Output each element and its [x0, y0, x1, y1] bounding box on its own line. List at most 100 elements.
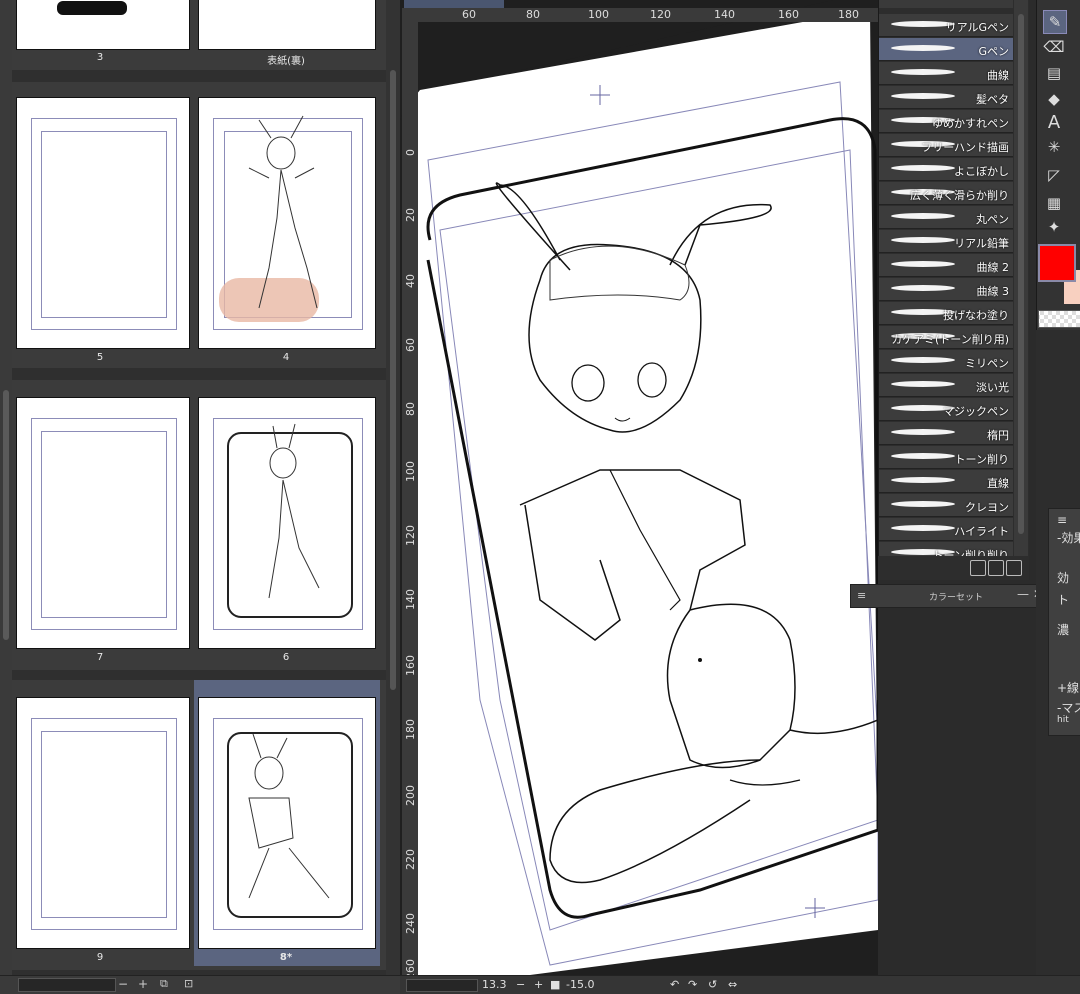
brush-item[interactable]: トーン削り [879, 446, 1013, 469]
brush-stroke-preview [891, 93, 955, 99]
brush-stroke-preview [891, 501, 955, 507]
brush-item[interactable]: 曲線 2 [879, 254, 1013, 277]
brush-item[interactable]: よこぼかし [879, 158, 1013, 181]
trash-icon[interactable] [1006, 560, 1022, 576]
brush-item[interactable]: 広く薄く滑らか削り [879, 182, 1013, 205]
spread-icon[interactable]: ⊡ [184, 977, 193, 990]
frame-icon[interactable]: ◸ [1043, 164, 1065, 186]
brush-stroke-preview [891, 165, 955, 171]
brush-item[interactable]: 淡い光 [879, 374, 1013, 397]
fill-icon[interactable]: ▤ [1043, 62, 1065, 84]
ruler-tick: 0 [404, 149, 417, 156]
zoom-value[interactable]: 13.3 [482, 978, 507, 991]
ruler-tick: 120 [404, 525, 417, 546]
brush-name: 曲線 2 [976, 261, 1010, 274]
transparent-color-swatch[interactable] [1038, 310, 1080, 328]
brush-name: 直線 [987, 477, 1009, 490]
document-tab[interactable] [404, 0, 504, 8]
rotation-value[interactable]: -15.0 [566, 978, 594, 991]
zoom-in-button[interactable]: + [534, 978, 543, 991]
brush-item[interactable]: 直線 [879, 470, 1013, 493]
line-item[interactable]: +線 [1057, 679, 1079, 696]
ruler-tick: 220 [404, 849, 417, 870]
page-thumbnail-3[interactable] [16, 0, 190, 50]
ruler-tick: 20 [404, 208, 417, 222]
sparkle-icon[interactable]: ✳ [1043, 136, 1065, 158]
zoom-slider[interactable] [406, 979, 478, 992]
brush-item[interactable]: ミリペン [879, 350, 1013, 373]
duplicate-icon[interactable] [988, 560, 1004, 576]
page-thumbnail-4[interactable] [198, 97, 376, 349]
layer-icon[interactable]: ▦ [1043, 192, 1065, 214]
sub-tool-header [879, 0, 1013, 8]
brush-item[interactable]: 楕円 [879, 422, 1013, 445]
ruler-tick: 180 [838, 8, 859, 21]
eraser-icon[interactable]: ⌫ [1043, 36, 1065, 58]
ruler-tick: 80 [404, 402, 417, 416]
page-layout-icon[interactable]: ⧉ [160, 977, 168, 991]
ruler-tick: 40 [404, 274, 417, 288]
page-thumbnail-8[interactable] [198, 697, 376, 949]
import-icon[interactable] [970, 560, 986, 576]
brush-name: クレヨン [965, 501, 1009, 514]
zoom-in-button[interactable]: + [138, 977, 148, 991]
brush-item[interactable]: 曲線 3 [879, 278, 1013, 301]
ruler-tick: 120 [650, 8, 671, 21]
color-set-titlebar[interactable]: ≡ カラーセット — ✕ [850, 584, 1048, 608]
bucket-icon[interactable]: ◆ [1043, 88, 1065, 110]
ruler-tick: 200 [404, 785, 417, 806]
brush-stroke-preview [891, 237, 955, 243]
page-thumbnail-5[interactable] [16, 97, 190, 349]
density-item[interactable]: 濃 [1057, 621, 1069, 638]
brush-name: Gペン [978, 45, 1009, 58]
page-thumbnail-back-cover[interactable] [198, 0, 376, 50]
canvas-artwork[interactable] [400, 0, 878, 993]
minimize-icon[interactable]: — [1017, 587, 1029, 601]
brush-item[interactable]: フリーハンド描画 [879, 134, 1013, 157]
brush-item[interactable]: マジックペン [879, 398, 1013, 421]
star-icon[interactable]: ✦ [1043, 216, 1065, 238]
brush-item[interactable]: ゆめかすれペン [879, 110, 1013, 133]
page-manager-panel: 3 表紙(裏) 5 4 7 6 9 8* − + ⧉ ⊡ [0, 0, 400, 994]
page-manager-left-scrollbar[interactable] [0, 0, 12, 975]
flip-icon[interactable]: ⇔ [728, 978, 737, 991]
tone-item[interactable]: ト [1057, 591, 1069, 608]
main-color-swatch[interactable] [1038, 244, 1076, 282]
brush-item[interactable]: 投げなわ塗り [879, 302, 1013, 325]
brush-item[interactable]: クレヨン [879, 494, 1013, 517]
rotate-left-icon[interactable]: ↶ [670, 978, 679, 991]
page-thumbnail-9[interactable] [16, 697, 190, 949]
mask-item[interactable]: -マス [1057, 699, 1080, 716]
effect-item[interactable]: 効 [1057, 569, 1069, 586]
brush-item[interactable]: 髪ベタ [879, 86, 1013, 109]
stop-icon[interactable]: ■ [550, 978, 560, 991]
canvas-area[interactable] [400, 0, 878, 993]
brush-name: 丸ペン [976, 213, 1009, 226]
thumbnail-size-slider[interactable] [18, 978, 116, 992]
brush-name: 曲線 [987, 69, 1009, 82]
figure-sketch-icon [248, 115, 318, 309]
zoom-out-button[interactable]: − [118, 977, 128, 991]
drag-handle-icon[interactable]: ≡ [857, 589, 866, 602]
zoom-out-button[interactable]: − [516, 978, 525, 991]
pen-icon[interactable]: ✎ [1043, 10, 1067, 34]
brush-item[interactable]: 曲線 [879, 62, 1013, 85]
text-icon[interactable]: A [1043, 112, 1065, 134]
page-manager-scrollbar[interactable] [386, 0, 400, 975]
ruler-tick: 160 [778, 8, 799, 21]
rotate-right-icon[interactable]: ↷ [688, 978, 697, 991]
sub-tool-scrollbar[interactable] [1014, 0, 1028, 560]
page-thumbnail-7[interactable] [16, 397, 190, 649]
brush-name: 投げなわ塗り [943, 309, 1009, 322]
brush-item[interactable]: カケアミ(トーン削り用) [879, 326, 1013, 349]
reset-rotation-icon[interactable]: ↺ [708, 978, 717, 991]
brush-item[interactable]: リアル鉛筆 [879, 230, 1013, 253]
brush-item[interactable]: 丸ペン [879, 206, 1013, 229]
brush-item[interactable]: Gペン [879, 38, 1013, 61]
ruler-tick: 80 [526, 8, 540, 21]
drag-handle-icon[interactable]: ≡ [1057, 513, 1067, 527]
brush-item[interactable]: ハイライト [879, 518, 1013, 541]
page-thumbnail-6[interactable] [198, 397, 376, 649]
ruler-tick: 100 [404, 461, 417, 482]
brush-item[interactable]: リアルGペン [879, 14, 1013, 37]
